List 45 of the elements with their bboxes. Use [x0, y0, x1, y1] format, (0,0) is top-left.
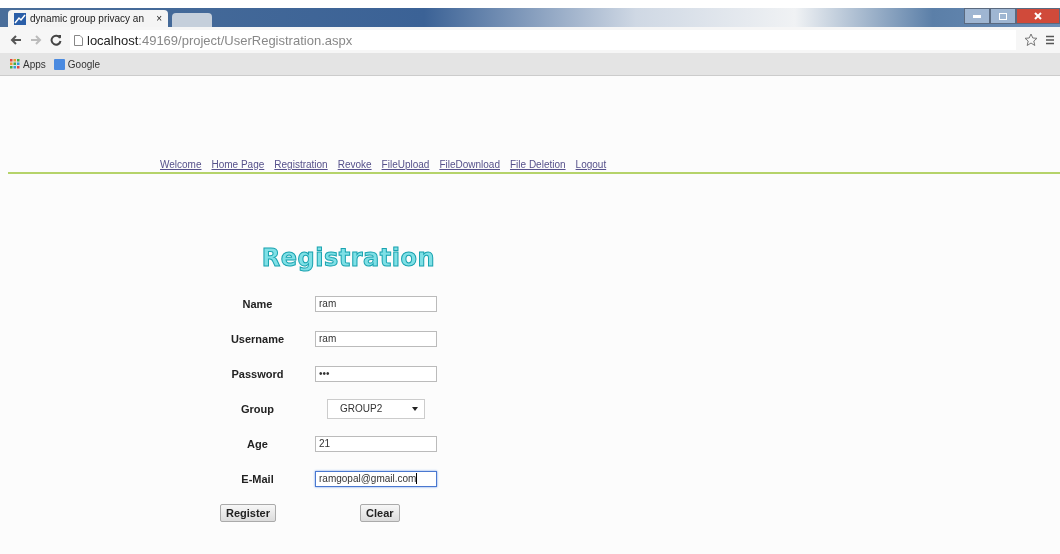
dropdown-arrow-icon — [412, 406, 418, 411]
close-tab-button[interactable]: × — [156, 13, 162, 24]
field-label: Password — [231, 367, 284, 380]
apps-grid-icon — [10, 59, 20, 69]
nav-link[interactable]: Welcome — [160, 159, 202, 170]
input-field[interactable]: ramgopal@gmail.com — [315, 470, 437, 487]
bookmark-link[interactable]: Apps — [23, 58, 46, 70]
close-button[interactable] — [1016, 8, 1060, 24]
input-field[interactable]: ram — [315, 330, 437, 347]
nav-link[interactable]: Revoke — [337, 159, 372, 170]
bookmark-icon — [53, 58, 65, 70]
nav-link[interactable]: Registration — [274, 159, 328, 170]
menu-icon[interactable] — [1046, 35, 1054, 45]
field-label: Username — [230, 332, 285, 345]
chart-icon — [14, 12, 26, 25]
nav-link[interactable]: File Deletion — [510, 159, 566, 170]
field-label: E-Mail — [241, 472, 274, 485]
clear-button[interactable]: Clear — [360, 504, 400, 522]
bookmark-link[interactable]: Google — [67, 58, 101, 70]
star-icon[interactable] — [1024, 33, 1038, 47]
nav-link[interactable]: FileUpload — [381, 159, 430, 170]
form-title: Registration — [261, 244, 435, 272]
field-label: Age — [247, 437, 268, 450]
nav-link[interactable]: Home Page — [211, 159, 265, 170]
maximize-icon — [999, 12, 1007, 20]
url-text: localhost:49169/project/UserRegistration.aspx — [87, 32, 353, 48]
input-field[interactable]: 21 — [315, 435, 437, 452]
minimize-button[interactable] — [964, 8, 990, 24]
minimize-icon — [973, 14, 981, 18]
field-label: Group — [241, 402, 274, 415]
input-field[interactable]: ram — [315, 295, 437, 312]
page-icon — [74, 34, 83, 46]
close-icon — [1034, 12, 1042, 20]
browser-tab[interactable]: dynamic group privacy an × — [8, 10, 168, 27]
nav-link[interactable]: FileDownload — [439, 159, 500, 170]
group-dropdown[interactable]: GROUP2 — [327, 398, 425, 419]
maximize-button[interactable] — [990, 8, 1016, 24]
register-button[interactable]: Register — [220, 504, 277, 522]
address-bar[interactable]: localhost:49169/project/UserRegistration.aspx — [70, 30, 1016, 50]
nav-link[interactable]: Logout — [575, 159, 607, 170]
field-label: Name — [242, 297, 273, 310]
tab-title: dynamic group privacy an — [30, 13, 144, 24]
password-field[interactable]: ••• — [315, 365, 437, 382]
back-icon[interactable] — [10, 34, 22, 46]
reload-icon[interactable] — [50, 34, 62, 46]
